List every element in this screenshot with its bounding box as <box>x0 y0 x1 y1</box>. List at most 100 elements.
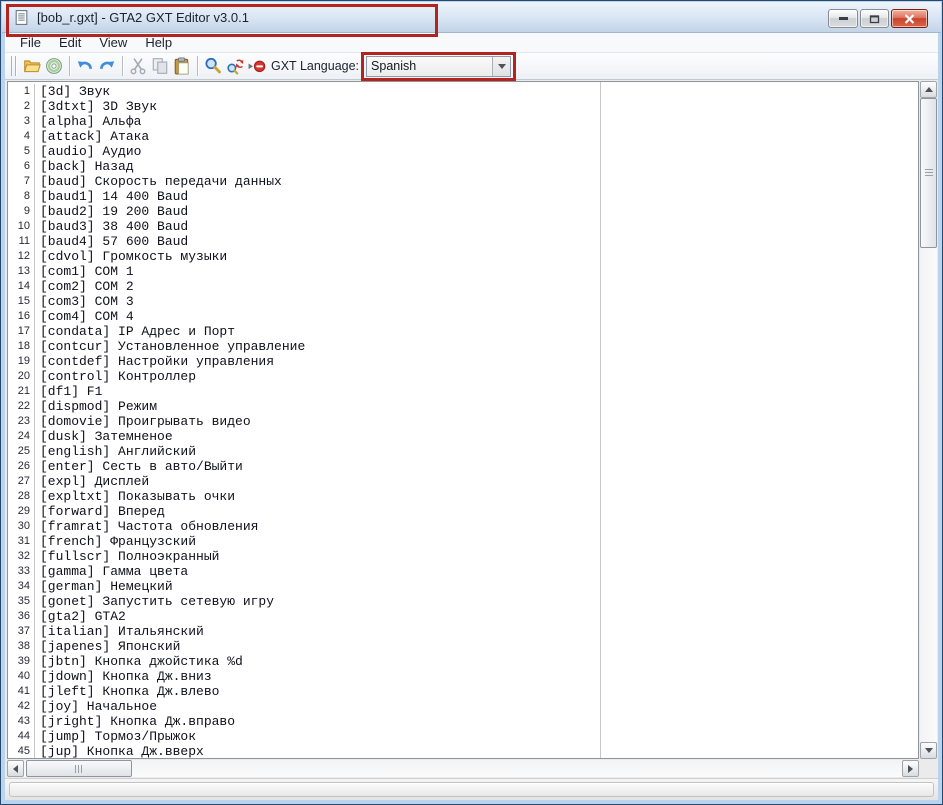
entry-text: [gonet] Запустить сетевую игру <box>40 594 274 609</box>
list-row[interactable]: 17[condata] IP Адрес и Порт <box>8 324 918 339</box>
list-row[interactable]: 33[gamma] Гамма цвета <box>8 564 918 579</box>
line-number: 39 <box>8 654 35 669</box>
arrow-left-icon <box>13 765 18 773</box>
list-row[interactable]: 9[baud2] 19 200 Baud <box>8 204 918 219</box>
gxt-language-combobox[interactable]: Spanish <box>366 56 511 77</box>
menu-help[interactable]: Help <box>136 34 181 51</box>
undo-button[interactable] <box>74 55 96 77</box>
line-number: 14 <box>8 279 35 294</box>
list-row[interactable]: 2[3dtxt] 3D Звук <box>8 99 918 114</box>
list-row[interactable]: 23[domovie] Проигрывать видео <box>8 414 918 429</box>
list-row[interactable]: 37[italian] Итальянский <box>8 624 918 639</box>
entry-text: [japenes] Японский <box>40 639 180 654</box>
list-row[interactable]: 31[french] Французский <box>8 534 918 549</box>
menu-view[interactable]: View <box>90 34 136 51</box>
list-row[interactable]: 6[back] Назад <box>8 159 918 174</box>
entry-text: [cdvol] Громкость музыки <box>40 249 227 264</box>
list-row[interactable]: 40[jdown] Кнопка Дж.вниз <box>8 669 918 684</box>
list-row[interactable]: 13[com1] COM 1 <box>8 264 918 279</box>
list-row[interactable]: 45[jup] Кнопка Дж.вверх <box>8 744 918 759</box>
find-language-button[interactable] <box>224 55 246 77</box>
list-row[interactable]: 30[framrat] Частота обновления <box>8 519 918 534</box>
entry-text: [joy] Начальное <box>40 699 157 714</box>
scroll-left-button[interactable] <box>7 760 24 777</box>
line-number: 28 <box>8 489 35 504</box>
list-row[interactable]: 8[baud1] 14 400 Baud <box>8 189 918 204</box>
maximize-button[interactable] <box>860 9 889 28</box>
copy-icon <box>151 57 169 75</box>
list-row[interactable]: 11[baud4] 57 600 Baud <box>8 234 918 249</box>
close-button[interactable] <box>891 9 928 28</box>
horizontal-scrollbar[interactable] <box>7 760 919 777</box>
list-row[interactable]: 28 [expltxt] Показывать очки <box>8 489 918 504</box>
list-row[interactable]: 15[com3] COM 3 <box>8 294 918 309</box>
list-row[interactable]: 36[gta2] GTA2 <box>8 609 918 624</box>
redo-button[interactable] <box>96 55 118 77</box>
list-row[interactable]: 21[df1] F1 <box>8 384 918 399</box>
list-row[interactable]: 27[expl] Дисплей <box>8 474 918 489</box>
menu-file[interactable]: File <box>11 34 50 51</box>
entry-text: [french] Французский <box>40 534 196 549</box>
list-row[interactable]: 14 [com2] COM 2 <box>8 279 918 294</box>
find-button[interactable] <box>202 55 224 77</box>
list-row[interactable]: 41[jleft] Кнопка Дж.влево <box>8 684 918 699</box>
entry-text: [com2] COM 2 <box>40 279 134 294</box>
undo-icon <box>76 57 94 75</box>
toolbar: GXT Language: Spanish <box>5 53 938 80</box>
menu-edit[interactable]: Edit <box>50 34 90 51</box>
list-row[interactable]: 4[attack] Атака <box>8 129 918 144</box>
list-row[interactable]: 18[contcur] Установленное управление <box>8 339 918 354</box>
list-row[interactable]: 10[baud3] 38 400 Baud <box>8 219 918 234</box>
horizontal-scroll-thumb[interactable] <box>26 760 132 777</box>
list-row[interactable]: 25[english] Английский <box>8 444 918 459</box>
vertical-scroll-thumb[interactable] <box>920 98 937 248</box>
paste-button[interactable] <box>171 55 193 77</box>
entry-text: [german] Немецкий <box>40 579 173 594</box>
scroll-right-button[interactable] <box>902 760 919 777</box>
list-row[interactable]: 7[baud] Скорость передачи данных <box>8 174 918 189</box>
list-row[interactable]: 34[german] Немецкий <box>8 579 918 594</box>
application-window: [bob_r.gxt] - GTA2 GXT Editor v3.0.1 Fil… <box>0 0 943 805</box>
list-row[interactable]: 42[joy] Начальное <box>8 699 918 714</box>
list-row[interactable]: 19[contdef] Настройки управления <box>8 354 918 369</box>
line-number: 44 <box>8 729 35 744</box>
list-row[interactable]: 39[jbtn] Кнопка джойстика %d <box>8 654 918 669</box>
line-number: 1 <box>8 84 35 99</box>
entry-text: [expltxt] Показывать очки <box>40 489 235 504</box>
list-row[interactable]: 29[forward] Вперед <box>8 504 918 519</box>
compile-button[interactable] <box>43 55 65 77</box>
copy-button[interactable] <box>149 55 171 77</box>
list-row[interactable]: 20[control] Контроллер <box>8 369 918 384</box>
toolbar-grip[interactable] <box>11 56 16 76</box>
list-row[interactable]: 35[gonet] Запустить сетевую игру <box>8 594 918 609</box>
column-divider <box>600 82 601 758</box>
open-file-button[interactable] <box>21 55 43 77</box>
combobox-dropdown-button[interactable] <box>492 57 510 76</box>
line-number: 30 <box>8 519 35 534</box>
line-number: 5 <box>8 144 35 159</box>
line-number: 9 <box>8 204 35 219</box>
cut-button[interactable] <box>127 55 149 77</box>
list-row[interactable]: 24[dusk] Затемненое <box>8 429 918 444</box>
scroll-down-button[interactable] <box>920 742 937 759</box>
list-row[interactable]: 26[enter] Сесть в авто/Выйти <box>8 459 918 474</box>
list-row[interactable]: 44[jump] Тормоз/Прыжок <box>8 729 918 744</box>
vertical-scrollbar[interactable] <box>920 81 937 759</box>
list-row[interactable]: 43[jright] Кнопка Дж.вправо <box>8 714 918 729</box>
list-row[interactable]: 38[japenes] Японский <box>8 639 918 654</box>
line-number: 3 <box>8 114 35 129</box>
entry-list[interactable]: 1[3d] Звук2[3dtxt] 3D Звук3[alpha] Альфа… <box>8 82 918 758</box>
list-row[interactable]: 3[alpha] Альфа <box>8 114 918 129</box>
list-row[interactable]: 32[fullscr] Полноэкранный <box>8 549 918 564</box>
list-row[interactable]: 22[dispmod] Режим <box>8 399 918 414</box>
list-row[interactable]: 16[com4] COM 4 <box>8 309 918 324</box>
line-number: 26 <box>8 459 35 474</box>
list-row[interactable]: 5[audio] Аудио <box>8 144 918 159</box>
line-number: 10 <box>8 219 35 234</box>
list-row[interactable]: 1[3d] Звук <box>8 84 918 99</box>
list-row[interactable]: 12[cdvol] Громкость музыки <box>8 249 918 264</box>
goto-stop-button[interactable] <box>246 55 268 77</box>
scroll-up-button[interactable] <box>920 81 937 98</box>
minimize-button[interactable] <box>828 9 858 28</box>
line-number: 37 <box>8 624 35 639</box>
